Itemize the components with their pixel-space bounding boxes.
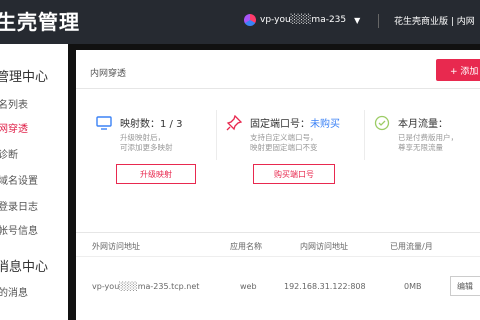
fixed-port-desc: 支持自定义端口号， 映射更固定端口不变 xyxy=(250,133,318,152)
monthly-traffic-title: 本月流量： xyxy=(398,119,448,130)
card-divider xyxy=(364,110,365,160)
cell-app-name: web xyxy=(240,282,257,291)
table-header-divider xyxy=(76,256,480,257)
title-divider xyxy=(76,88,480,89)
fixed-port-title: 固定端口号：未购买 xyxy=(250,119,340,130)
main-panel: 内网穿透 + 添加 映射数：1 / 3 升级映射后， 可添加更多映射 升级映射 … xyxy=(76,50,480,320)
pin-icon xyxy=(226,115,242,131)
col-header-traffic: 已用流量/月 xyxy=(390,242,433,251)
upgrade-mapping-button[interactable]: 升级映射 xyxy=(116,164,196,184)
top-bar: 生壳管理 vp-you░░░ma-235 ▼ 花生壳商业版 | 内网 xyxy=(0,0,480,44)
edition-label[interactable]: 花生壳商业版 | 内网 xyxy=(394,14,475,27)
page-title: 内网穿透 xyxy=(90,69,127,79)
sidebar-item-intranet[interactable]: 网穿透 xyxy=(0,120,28,135)
sidebar-item-account-info[interactable]: 帐号信息 xyxy=(0,222,38,237)
col-header-app-name: 应用名称 xyxy=(230,242,262,251)
table-top-divider xyxy=(76,232,480,233)
account-logo-icon xyxy=(244,14,256,26)
mapping-count-title: 映射数：1 / 3 xyxy=(120,119,183,130)
account-name: vp-you░░░ma-235 xyxy=(260,15,347,25)
buy-port-button[interactable]: 购买端口号 xyxy=(253,164,335,184)
caret-down-icon: ▼ xyxy=(354,15,361,25)
col-header-public-address: 外网访问地址 xyxy=(92,242,140,251)
brand-title: 生壳管理 xyxy=(0,10,80,34)
sidebar-item-diagnosis[interactable]: 诊断 xyxy=(0,146,18,161)
monthly-traffic-desc: 已是付费版用户， 尊享无限流量 xyxy=(398,133,458,152)
cell-traffic: 0MB xyxy=(404,282,422,291)
col-header-internal-address: 内网访问地址 xyxy=(300,242,348,251)
sidebar-section-management: 管理中心 xyxy=(0,70,49,85)
account-menu[interactable]: vp-you░░░ma-235 ▼ xyxy=(244,14,360,26)
header-divider xyxy=(378,14,379,28)
sidebar: 管理中心 名列表 网穿透 诊断 域名设置 登录日志 帐号信息 消息中心 的消息 xyxy=(0,44,68,320)
check-circle-icon xyxy=(374,115,390,131)
cell-public-address[interactable]: vp-you░░░ma-235.tcp.net xyxy=(92,282,199,291)
sidebar-item-my-messages[interactable]: 的消息 xyxy=(0,284,28,299)
add-mapping-button[interactable]: + 添加 xyxy=(436,59,480,81)
monitor-icon xyxy=(96,116,112,130)
card-divider xyxy=(216,110,217,160)
sidebar-section-messages: 消息中心 xyxy=(0,260,49,275)
sidebar-item-domain-settings[interactable]: 域名设置 xyxy=(0,172,38,187)
mapping-count-desc: 升级映射后， 可添加更多映射 xyxy=(120,133,173,152)
sidebar-item-domain-list[interactable]: 名列表 xyxy=(0,96,28,111)
edit-button[interactable]: 编辑 xyxy=(450,276,480,296)
sidebar-item-login-log[interactable]: 登录日志 xyxy=(0,198,38,213)
not-purchased-link[interactable]: 未购买 xyxy=(310,119,340,130)
cell-internal-address: 192.168.31.122:808 xyxy=(284,282,366,291)
